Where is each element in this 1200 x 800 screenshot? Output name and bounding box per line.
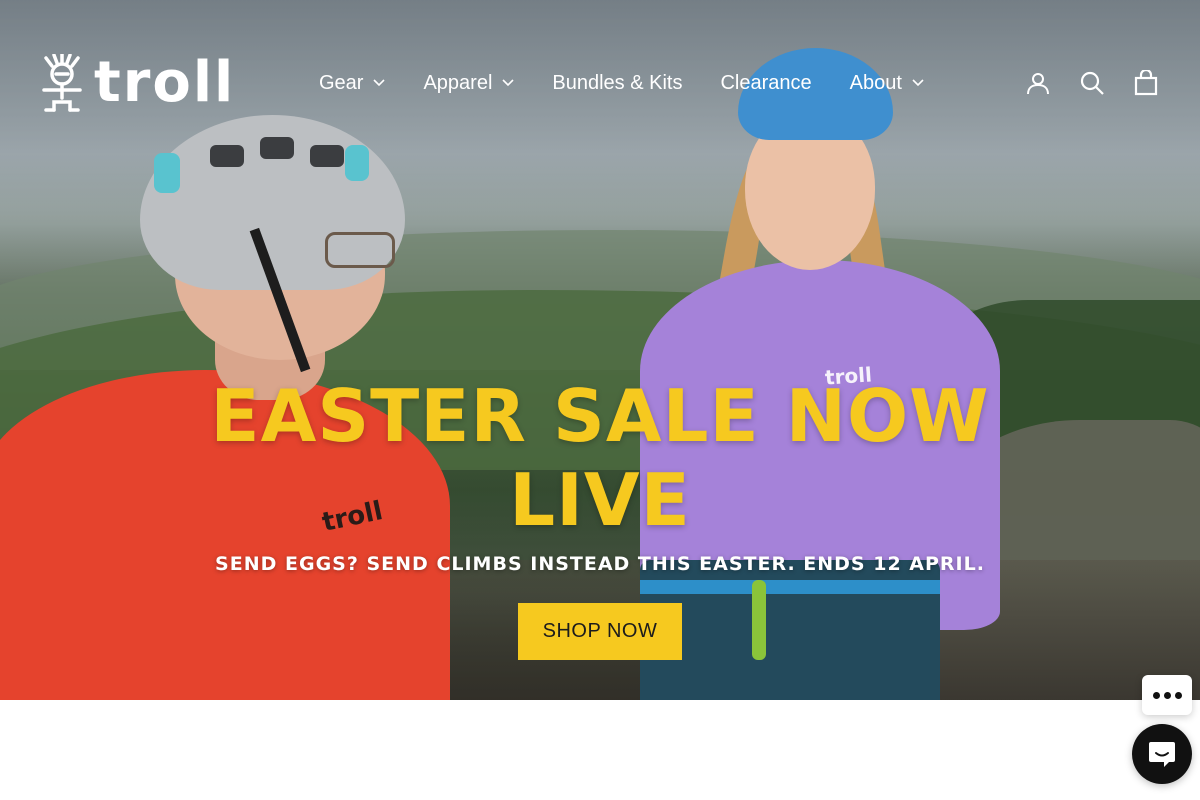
hero-headline-line2: LIVE: [509, 458, 691, 542]
green-sling: [752, 580, 766, 660]
hero-headline-line1: EASTER SALE NOW: [210, 374, 990, 458]
helmet-vent: [210, 145, 244, 167]
dot: [1163, 691, 1171, 699]
chevron-down-icon: [502, 79, 514, 87]
hero-headline: EASTER SALE NOW LIVE: [0, 374, 1200, 542]
chevron-down-icon: [373, 79, 386, 87]
nav-item-clearance[interactable]: Clearance: [701, 72, 830, 95]
nav-item-apparel[interactable]: Apparel: [404, 72, 533, 95]
dot: [1174, 691, 1182, 699]
nav-item-about[interactable]: About: [831, 72, 943, 95]
helmet-vent-blue: [345, 145, 369, 181]
shop-now-button[interactable]: SHOP NOW: [518, 603, 682, 660]
search-button[interactable]: [1078, 68, 1106, 98]
nav-item-gear[interactable]: Gear: [300, 72, 404, 95]
nav-item-label: About: [849, 71, 902, 94]
brand-name: troll: [94, 50, 236, 115]
search-icon: [1080, 71, 1104, 95]
main-nav: Gear Apparel Bundles & Kits Clearance Ab…: [300, 66, 943, 100]
account-button[interactable]: [1024, 68, 1052, 98]
troll-figure-icon: [42, 54, 82, 112]
dot: [1152, 691, 1160, 699]
cart-button[interactable]: [1132, 68, 1160, 98]
chat-launcher-button[interactable]: [1132, 724, 1192, 784]
helmet-vent: [260, 137, 294, 159]
nav-item-bundles-kits[interactable]: Bundles & Kits: [533, 72, 701, 95]
brand-logo[interactable]: troll: [40, 54, 235, 112]
helmet-vent-blue: [154, 153, 180, 193]
nav-item-label: Gear: [319, 71, 364, 94]
chevron-down-icon: [912, 79, 924, 87]
cart-icon: [1134, 70, 1158, 96]
nav-item-label: Clearance: [720, 71, 812, 94]
hero-subline: SEND EGGS? SEND CLIMBS INSTEAD THIS EAST…: [215, 553, 985, 575]
glasses: [325, 232, 395, 268]
nav-item-label: Bundles & Kits: [552, 71, 683, 94]
more-dots-icon[interactable]: [1142, 675, 1192, 715]
header-icons: [1024, 68, 1160, 98]
account-icon: [1027, 73, 1049, 95]
helmet-vent: [310, 145, 344, 167]
harness-strap: [640, 580, 940, 594]
nav-item-label: Apparel: [423, 71, 493, 94]
chat-bubble-icon: [1149, 742, 1175, 767]
